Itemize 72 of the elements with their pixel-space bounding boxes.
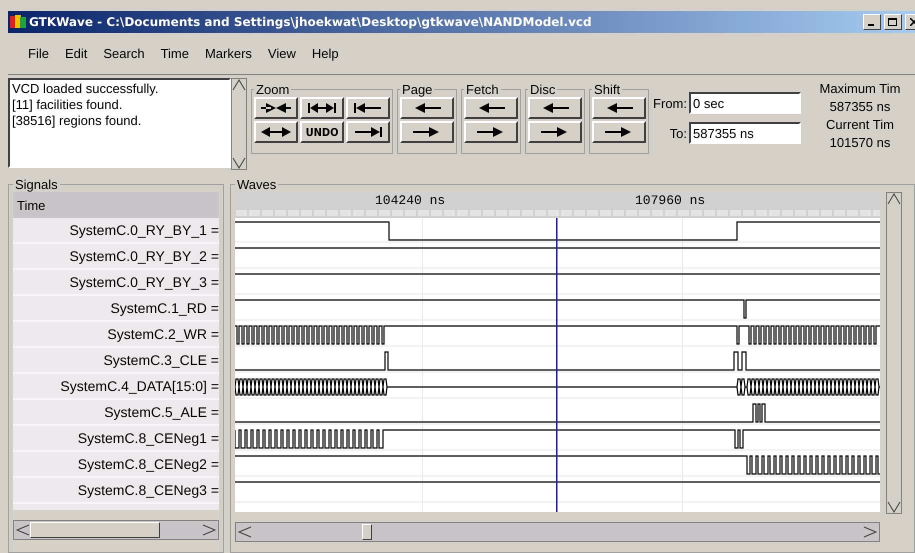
scroll-down-icon[interactable] <box>887 501 901 513</box>
panel-title: Waves <box>236 177 278 192</box>
menu-item[interactable]: Time <box>152 46 197 61</box>
signal-name[interactable]: SystemC.8_CENeg1 = <box>13 426 219 452</box>
log-line: [11] facilities found. <box>12 97 124 113</box>
signal-name[interactable]: SystemC.1_RD = <box>13 296 219 322</box>
group-label: Disc <box>529 82 556 97</box>
ruler-label: 104240 ns <box>375 193 446 208</box>
signal-name[interactable]: SystemC.0_RY_BY_2 = <box>13 244 219 270</box>
scroll-down-icon[interactable] <box>232 157 246 169</box>
signal-name[interactable]: SystemC.0_RY_BY_3 = <box>13 270 219 296</box>
scroll-thumb[interactable] <box>30 522 160 538</box>
to-label: To: <box>670 126 687 140</box>
signal-name[interactable]: SystemC.4_DATA[15:0] = <box>13 374 219 400</box>
signal-name[interactable]: SystemC.3_CLE = <box>13 348 219 374</box>
left-button[interactable] <box>400 97 454 119</box>
menu-item[interactable]: File <box>20 46 57 61</box>
span-button[interactable] <box>300 97 344 119</box>
group-label: Fetch <box>465 82 500 97</box>
app-icon <box>10 14 26 30</box>
panel-title: Signals <box>14 177 59 192</box>
right-button[interactable] <box>464 121 518 143</box>
scrollbar[interactable] <box>231 78 248 170</box>
scroll-right-icon[interactable] <box>863 526 877 538</box>
column-header: Time <box>13 192 219 218</box>
to-start-button[interactable] <box>346 97 390 119</box>
left-button[interactable] <box>592 97 646 119</box>
scrollbar[interactable] <box>235 522 880 542</box>
undo-button[interactable]: UNDO <box>300 121 344 143</box>
converge-button[interactable] <box>254 97 298 119</box>
maximize-icon <box>888 18 898 26</box>
left-button[interactable] <box>464 97 518 119</box>
signal-name[interactable]: SystemC.8_CENeg2 = <box>13 452 219 478</box>
scroll-up-icon[interactable] <box>887 193 901 205</box>
scrollbar[interactable] <box>886 192 902 514</box>
scrollbar[interactable] <box>13 520 219 540</box>
scroll-thumb[interactable] <box>362 524 372 540</box>
menu-item[interactable]: Edit <box>56 46 96 61</box>
time-label: Maximum Tim <box>820 80 900 98</box>
expand-button[interactable] <box>254 121 298 143</box>
right-button[interactable] <box>400 121 454 143</box>
right-button[interactable] <box>592 121 646 143</box>
scroll-right-icon[interactable] <box>202 524 216 536</box>
maximize-button[interactable] <box>884 14 902 30</box>
from-label: From: <box>653 96 687 110</box>
time-value: 101570 ns <box>830 134 890 152</box>
scroll-up-icon[interactable] <box>232 79 246 91</box>
log-line: [38516] regions found. <box>12 113 142 129</box>
signal-name[interactable]: SystemC.0_RY_BY_1 = <box>13 218 219 244</box>
window-title: GTKWave - C:\Documents and Settings\jhoekwat\Desktop\gtkwave\NANDModel.vcd <box>29 15 593 29</box>
menu-item[interactable]: Markers <box>196 46 260 61</box>
group-label: Page <box>401 82 434 97</box>
to-end-button[interactable] <box>346 121 390 143</box>
group-label: Zoom <box>255 82 290 97</box>
right-button[interactable] <box>528 121 582 143</box>
log-line: VCD loaded successfully. <box>12 81 160 97</box>
menu-item[interactable]: View <box>260 46 304 61</box>
minimize-button[interactable] <box>863 14 881 30</box>
group-label: Shift <box>593 82 622 97</box>
signal-name[interactable]: SystemC.5_ALE = <box>13 400 219 426</box>
to-field[interactable]: 587355 ns <box>689 122 801 144</box>
signal-name[interactable]: SystemC.2_WR = <box>13 322 219 348</box>
menu-item[interactable]: Search <box>95 46 153 61</box>
signal-name[interactable]: SystemC.8_CENeg3 = <box>13 478 219 504</box>
from-field[interactable]: 0 sec <box>689 92 801 114</box>
ruler-label: 107960 ns <box>635 193 706 208</box>
scroll-left-icon[interactable] <box>16 524 30 536</box>
time-value: 587355 ns <box>830 98 890 116</box>
scroll-left-icon[interactable] <box>238 526 252 538</box>
left-button[interactable] <box>528 97 582 119</box>
menu-item[interactable]: Help <box>304 46 347 61</box>
time-label: Current Tim <box>826 116 894 134</box>
